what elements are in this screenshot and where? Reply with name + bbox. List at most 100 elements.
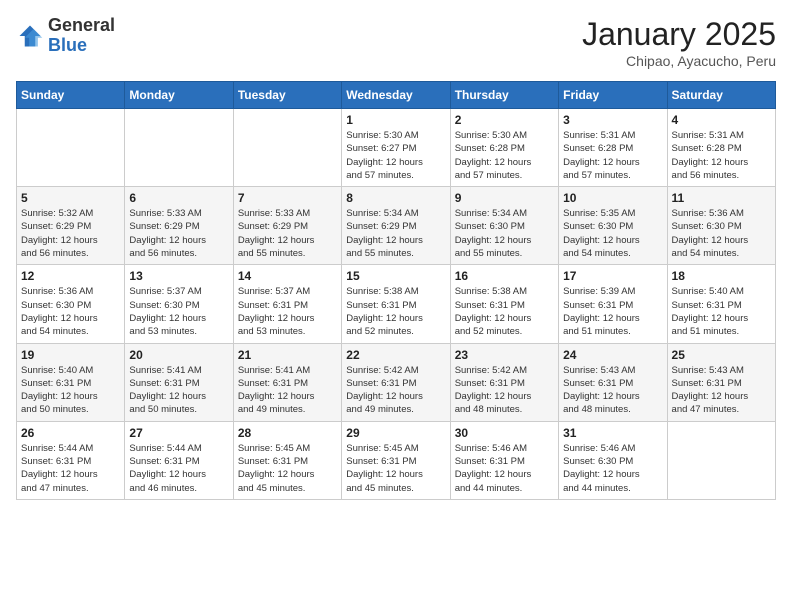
day-info: Sunrise: 5:40 AM Sunset: 6:31 PM Dayligh… <box>21 364 120 417</box>
day-info: Sunrise: 5:38 AM Sunset: 6:31 PM Dayligh… <box>346 285 445 338</box>
month-title: January 2025 <box>582 16 776 53</box>
logo: General Blue <box>16 16 115 56</box>
day-number: 13 <box>129 269 228 283</box>
day-header-saturday: Saturday <box>667 82 775 109</box>
day-header-friday: Friday <box>559 82 667 109</box>
day-number: 6 <box>129 191 228 205</box>
calendar-cell: 22Sunrise: 5:42 AM Sunset: 6:31 PM Dayli… <box>342 343 450 421</box>
calendar-cell <box>125 109 233 187</box>
day-number: 2 <box>455 113 554 127</box>
calendar-cell: 27Sunrise: 5:44 AM Sunset: 6:31 PM Dayli… <box>125 421 233 499</box>
calendar-cell: 18 Sunrise: 5:40 AM Sunset: 6:31 PM Dayli… <box>667 265 775 343</box>
calendar-table: SundayMondayTuesdayWednesdayThursdayFrid… <box>16 81 776 500</box>
calendar-cell: 8 Sunrise: 5:34 AM Sunset: 6:29 PM Daylig… <box>342 187 450 265</box>
day-info: Sunrise: 5:43 AM Sunset: 6:31 PM Dayligh… <box>672 364 771 417</box>
calendar-week-1: 1 Sunrise: 5:30 AM Sunset: 6:27 PM Daylig… <box>17 109 776 187</box>
day-info: Sunrise: 5:38 AM Sunset: 6:31 PM Dayligh… <box>455 285 554 338</box>
day-number: 16 <box>455 269 554 283</box>
calendar-cell: 6 Sunrise: 5:33 AM Sunset: 6:29 PM Daylig… <box>125 187 233 265</box>
calendar-cell: 14 Sunrise: 5:37 AM Sunset: 6:31 PM Dayli… <box>233 265 341 343</box>
day-number: 23 <box>455 348 554 362</box>
day-info: Sunrise: 5:30 AM Sunset: 6:27 PM Dayligh… <box>346 129 445 182</box>
day-info: Sunrise: 5:45 AM Sunset: 6:31 PM Dayligh… <box>238 442 337 495</box>
day-number: 24 <box>563 348 662 362</box>
calendar-week-2: 5Sunrise: 5:32 AM Sunset: 6:29 PM Daylig… <box>17 187 776 265</box>
day-number: 29 <box>346 426 445 440</box>
day-info: Sunrise: 5:46 AM Sunset: 6:31 PM Dayligh… <box>455 442 554 495</box>
day-header-thursday: Thursday <box>450 82 558 109</box>
calendar-cell: 7 Sunrise: 5:33 AM Sunset: 6:29 PM Daylig… <box>233 187 341 265</box>
calendar-cell: 9 Sunrise: 5:34 AM Sunset: 6:30 PM Daylig… <box>450 187 558 265</box>
day-header-sunday: Sunday <box>17 82 125 109</box>
day-number: 15 <box>346 269 445 283</box>
calendar-header: SundayMondayTuesdayWednesdayThursdayFrid… <box>17 82 776 109</box>
day-info: Sunrise: 5:30 AM Sunset: 6:28 PM Dayligh… <box>455 129 554 182</box>
day-number: 20 <box>129 348 228 362</box>
day-number: 18 <box>672 269 771 283</box>
calendar-cell: 25 Sunrise: 5:43 AM Sunset: 6:31 PM Dayli… <box>667 343 775 421</box>
calendar-cell: 17 Sunrise: 5:39 AM Sunset: 6:31 PM Dayli… <box>559 265 667 343</box>
day-number: 5 <box>21 191 120 205</box>
calendar-cell: 30Sunrise: 5:46 AM Sunset: 6:31 PM Dayli… <box>450 421 558 499</box>
day-number: 12 <box>21 269 120 283</box>
calendar-cell: 21Sunrise: 5:41 AM Sunset: 6:31 PM Dayli… <box>233 343 341 421</box>
day-info: Sunrise: 5:37 AM Sunset: 6:30 PM Dayligh… <box>129 285 228 338</box>
day-number: 7 <box>238 191 337 205</box>
calendar-cell <box>17 109 125 187</box>
calendar-cell: 24 Sunrise: 5:43 AM Sunset: 6:31 PM Dayli… <box>559 343 667 421</box>
calendar-cell: 16 Sunrise: 5:38 AM Sunset: 6:31 PM Dayli… <box>450 265 558 343</box>
calendar-cell: 28 Sunrise: 5:45 AM Sunset: 6:31 PM Dayli… <box>233 421 341 499</box>
days-of-week-row: SundayMondayTuesdayWednesdayThursdayFrid… <box>17 82 776 109</box>
day-number: 10 <box>563 191 662 205</box>
calendar-cell: 4Sunrise: 5:31 AM Sunset: 6:28 PM Daylig… <box>667 109 775 187</box>
calendar-cell: 11Sunrise: 5:36 AM Sunset: 6:30 PM Dayli… <box>667 187 775 265</box>
day-number: 28 <box>238 426 337 440</box>
day-header-wednesday: Wednesday <box>342 82 450 109</box>
calendar-cell: 23 Sunrise: 5:42 AM Sunset: 6:31 PM Dayli… <box>450 343 558 421</box>
calendar-week-5: 26Sunrise: 5:44 AM Sunset: 6:31 PM Dayli… <box>17 421 776 499</box>
day-number: 17 <box>563 269 662 283</box>
day-number: 27 <box>129 426 228 440</box>
location-subtitle: Chipao, Ayacucho, Peru <box>582 53 776 69</box>
day-number: 19 <box>21 348 120 362</box>
day-number: 21 <box>238 348 337 362</box>
calendar-week-3: 12Sunrise: 5:36 AM Sunset: 6:30 PM Dayli… <box>17 265 776 343</box>
day-info: Sunrise: 5:34 AM Sunset: 6:30 PM Dayligh… <box>455 207 554 260</box>
day-number: 1 <box>346 113 445 127</box>
day-info: Sunrise: 5:31 AM Sunset: 6:28 PM Dayligh… <box>563 129 662 182</box>
day-number: 22 <box>346 348 445 362</box>
calendar-week-4: 19 Sunrise: 5:40 AM Sunset: 6:31 PM Dayli… <box>17 343 776 421</box>
calendar-cell: 13 Sunrise: 5:37 AM Sunset: 6:30 PM Dayli… <box>125 265 233 343</box>
day-number: 3 <box>563 113 662 127</box>
day-header-monday: Monday <box>125 82 233 109</box>
day-info: Sunrise: 5:33 AM Sunset: 6:29 PM Dayligh… <box>129 207 228 260</box>
calendar-cell <box>233 109 341 187</box>
day-number: 25 <box>672 348 771 362</box>
day-info: Sunrise: 5:34 AM Sunset: 6:29 PM Dayligh… <box>346 207 445 260</box>
page-header: General Blue January 2025 Chipao, Ayacuc… <box>16 16 776 69</box>
day-number: 14 <box>238 269 337 283</box>
day-number: 8 <box>346 191 445 205</box>
calendar-cell: 20Sunrise: 5:41 AM Sunset: 6:31 PM Dayli… <box>125 343 233 421</box>
calendar-cell: 3 Sunrise: 5:31 AM Sunset: 6:28 PM Daylig… <box>559 109 667 187</box>
day-info: Sunrise: 5:33 AM Sunset: 6:29 PM Dayligh… <box>238 207 337 260</box>
day-info: Sunrise: 5:44 AM Sunset: 6:31 PM Dayligh… <box>21 442 120 495</box>
day-info: Sunrise: 5:39 AM Sunset: 6:31 PM Dayligh… <box>563 285 662 338</box>
calendar-cell: 31Sunrise: 5:46 AM Sunset: 6:30 PM Dayli… <box>559 421 667 499</box>
day-info: Sunrise: 5:36 AM Sunset: 6:30 PM Dayligh… <box>672 207 771 260</box>
calendar-cell: 1 Sunrise: 5:30 AM Sunset: 6:27 PM Daylig… <box>342 109 450 187</box>
day-info: Sunrise: 5:46 AM Sunset: 6:30 PM Dayligh… <box>563 442 662 495</box>
calendar-cell: 2 Sunrise: 5:30 AM Sunset: 6:28 PM Daylig… <box>450 109 558 187</box>
day-info: Sunrise: 5:45 AM Sunset: 6:31 PM Dayligh… <box>346 442 445 495</box>
logo-icon <box>16 22 44 50</box>
day-info: Sunrise: 5:40 AM Sunset: 6:31 PM Dayligh… <box>672 285 771 338</box>
day-number: 9 <box>455 191 554 205</box>
calendar-cell: 26Sunrise: 5:44 AM Sunset: 6:31 PM Dayli… <box>17 421 125 499</box>
day-info: Sunrise: 5:37 AM Sunset: 6:31 PM Dayligh… <box>238 285 337 338</box>
calendar-body: 1 Sunrise: 5:30 AM Sunset: 6:27 PM Daylig… <box>17 109 776 500</box>
calendar-cell: 15 Sunrise: 5:38 AM Sunset: 6:31 PM Dayli… <box>342 265 450 343</box>
day-info: Sunrise: 5:43 AM Sunset: 6:31 PM Dayligh… <box>563 364 662 417</box>
title-block: January 2025 Chipao, Ayacucho, Peru <box>582 16 776 69</box>
day-info: Sunrise: 5:42 AM Sunset: 6:31 PM Dayligh… <box>455 364 554 417</box>
calendar-cell <box>667 421 775 499</box>
